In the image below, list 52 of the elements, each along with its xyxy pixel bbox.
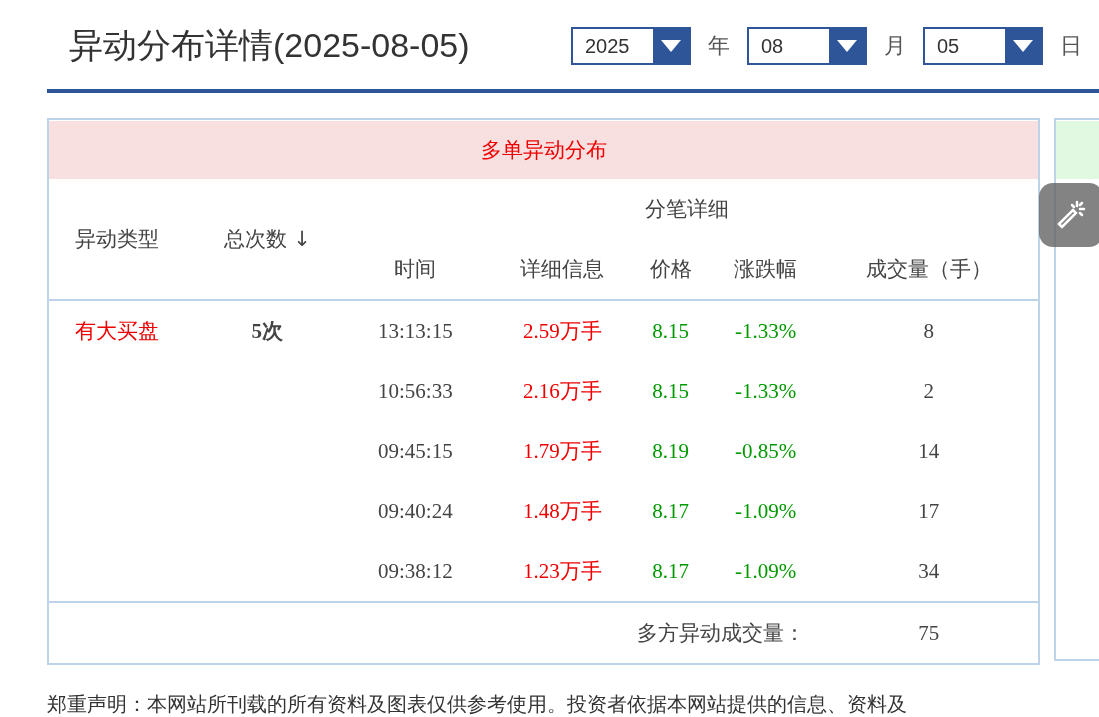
time-cell: 10:56:33 <box>378 378 453 403</box>
panel-header: 多单异动分布 <box>49 121 1038 179</box>
footer-value: 75 <box>918 620 940 645</box>
time-cell: 09:40:24 <box>378 498 453 523</box>
page-title: 异动分布详情(2025-08-05) <box>69 24 471 66</box>
disclaimer-text: 郑重声明：本网站所刊载的所有资料及图表仅供参考使用。投资者依据本网站提供的信息、资料及 <box>47 691 908 717</box>
price-cell: 8.17 <box>652 498 690 523</box>
change-cell: -1.33% <box>734 378 797 403</box>
count-cell: 5次 <box>251 319 283 343</box>
magic-wand-icon <box>1055 199 1087 231</box>
change-cell: -1.33% <box>734 318 797 343</box>
volume-cell: 2 <box>923 378 934 403</box>
detail-cell: 1.23万手 <box>523 559 602 583</box>
change-cell: -1.09% <box>734 558 797 583</box>
change-cell: -1.09% <box>734 498 797 523</box>
detail-cell: 1.48万手 <box>523 499 602 523</box>
date-unit-label: 日 <box>1059 31 1083 60</box>
dropdown-arrow-icon <box>661 39 681 52</box>
column-header: 详细信息 <box>520 257 605 281</box>
volume-cell: 17 <box>918 498 940 523</box>
column-header: 涨跌幅 <box>734 257 797 281</box>
price-cell: 8.15 <box>652 378 690 403</box>
dropdown-arrow-icon <box>1013 39 1033 52</box>
type-cell: 有大买盘 <box>75 319 159 343</box>
date-select[interactable]: 05 <box>923 26 1043 65</box>
date-select[interactable]: 08 <box>747 26 867 65</box>
volume-cell: 8 <box>923 318 934 343</box>
price-cell: 8.19 <box>652 438 690 463</box>
volume-cell: 34 <box>918 558 940 583</box>
time-cell: 09:45:15 <box>378 438 453 463</box>
date-unit-label: 年 <box>707 31 731 60</box>
detail-cell: 2.59万手 <box>523 319 602 343</box>
panel-header <box>1056 121 1099 179</box>
column-header: 异动类型 <box>75 227 159 251</box>
volume-cell: 14 <box>918 438 940 463</box>
magic-wand-button[interactable] <box>1039 183 1099 247</box>
price-cell: 8.15 <box>652 318 690 343</box>
column-header[interactable]: 总次数 ↓ <box>223 227 311 251</box>
date-unit-label: 月 <box>883 31 907 60</box>
footer-label: 多方异动成交量： <box>637 621 806 645</box>
detail-cell: 2.16万手 <box>523 379 602 403</box>
column-header: 价格 <box>649 257 692 281</box>
column-header: 时间 <box>394 257 437 281</box>
group-header: 分笔详细 <box>644 197 729 221</box>
time-cell: 09:38:12 <box>378 558 453 583</box>
time-cell: 13:13:15 <box>378 318 453 343</box>
change-cell: -0.85% <box>734 438 797 463</box>
detail-cell: 1.79万手 <box>523 439 602 463</box>
dropdown-arrow-icon <box>837 39 857 52</box>
date-select[interactable]: 2025 <box>571 26 691 65</box>
column-header: 成交量（手） <box>865 257 992 281</box>
price-cell: 8.17 <box>652 558 690 583</box>
